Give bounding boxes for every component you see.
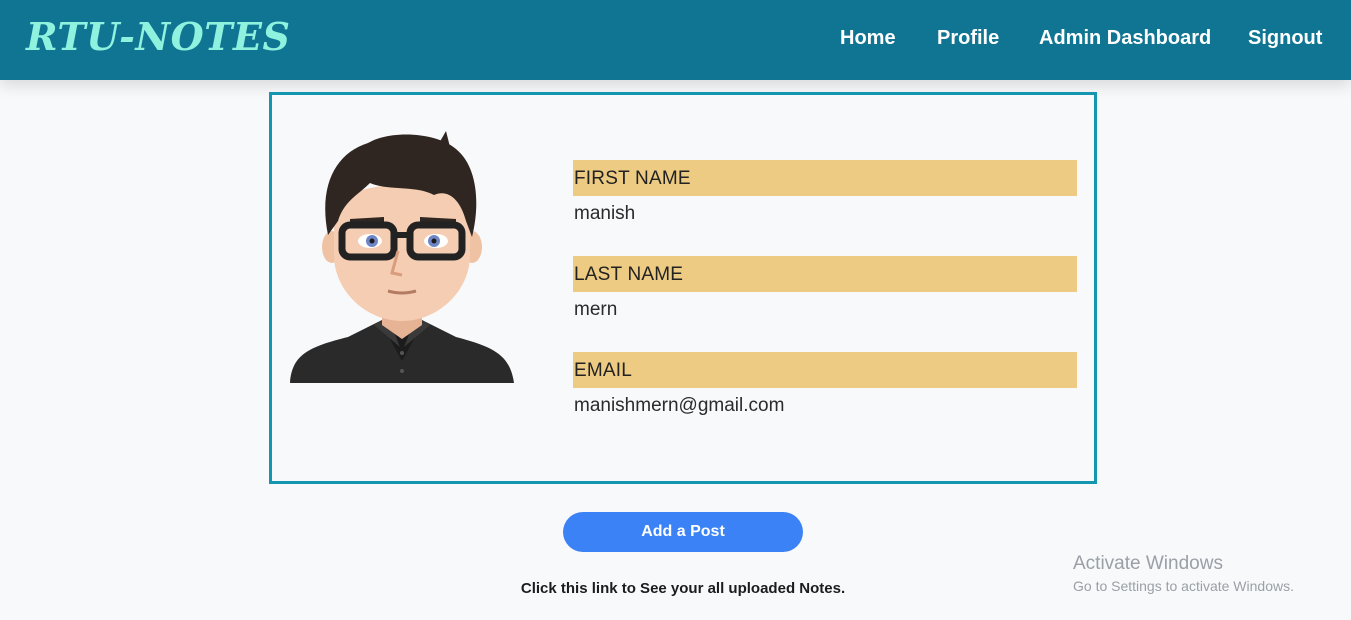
nav-link-home[interactable]: Home [840,27,896,50]
first-name-label: FIRST NAME [573,160,1077,196]
brand-logo[interactable]: RTU-NOTES [26,14,290,59]
email-label: EMAIL [573,352,1077,388]
profile-card: FIRST NAME manish LAST NAME mern EMAIL m… [269,92,1097,484]
first-name-value: manish [574,203,636,224]
add-post-button[interactable]: Add a Post [563,512,803,552]
email-value: manishmern@gmail.com [574,395,785,416]
navbar: RTU-NOTES Home Profile Admin Dashboard S… [0,0,1351,80]
avatar [290,131,514,383]
activate-windows-subtitle: Go to Settings to activate Windows. [1073,578,1294,594]
activate-windows-title: Activate Windows [1073,553,1223,574]
nav-link-signout[interactable]: Signout [1248,27,1322,50]
nav-link-admin-dashboard[interactable]: Admin Dashboard [1039,27,1211,50]
last-name-label: LAST NAME [573,256,1077,292]
nav-link-profile[interactable]: Profile [937,27,999,50]
last-name-value: mern [574,299,618,320]
